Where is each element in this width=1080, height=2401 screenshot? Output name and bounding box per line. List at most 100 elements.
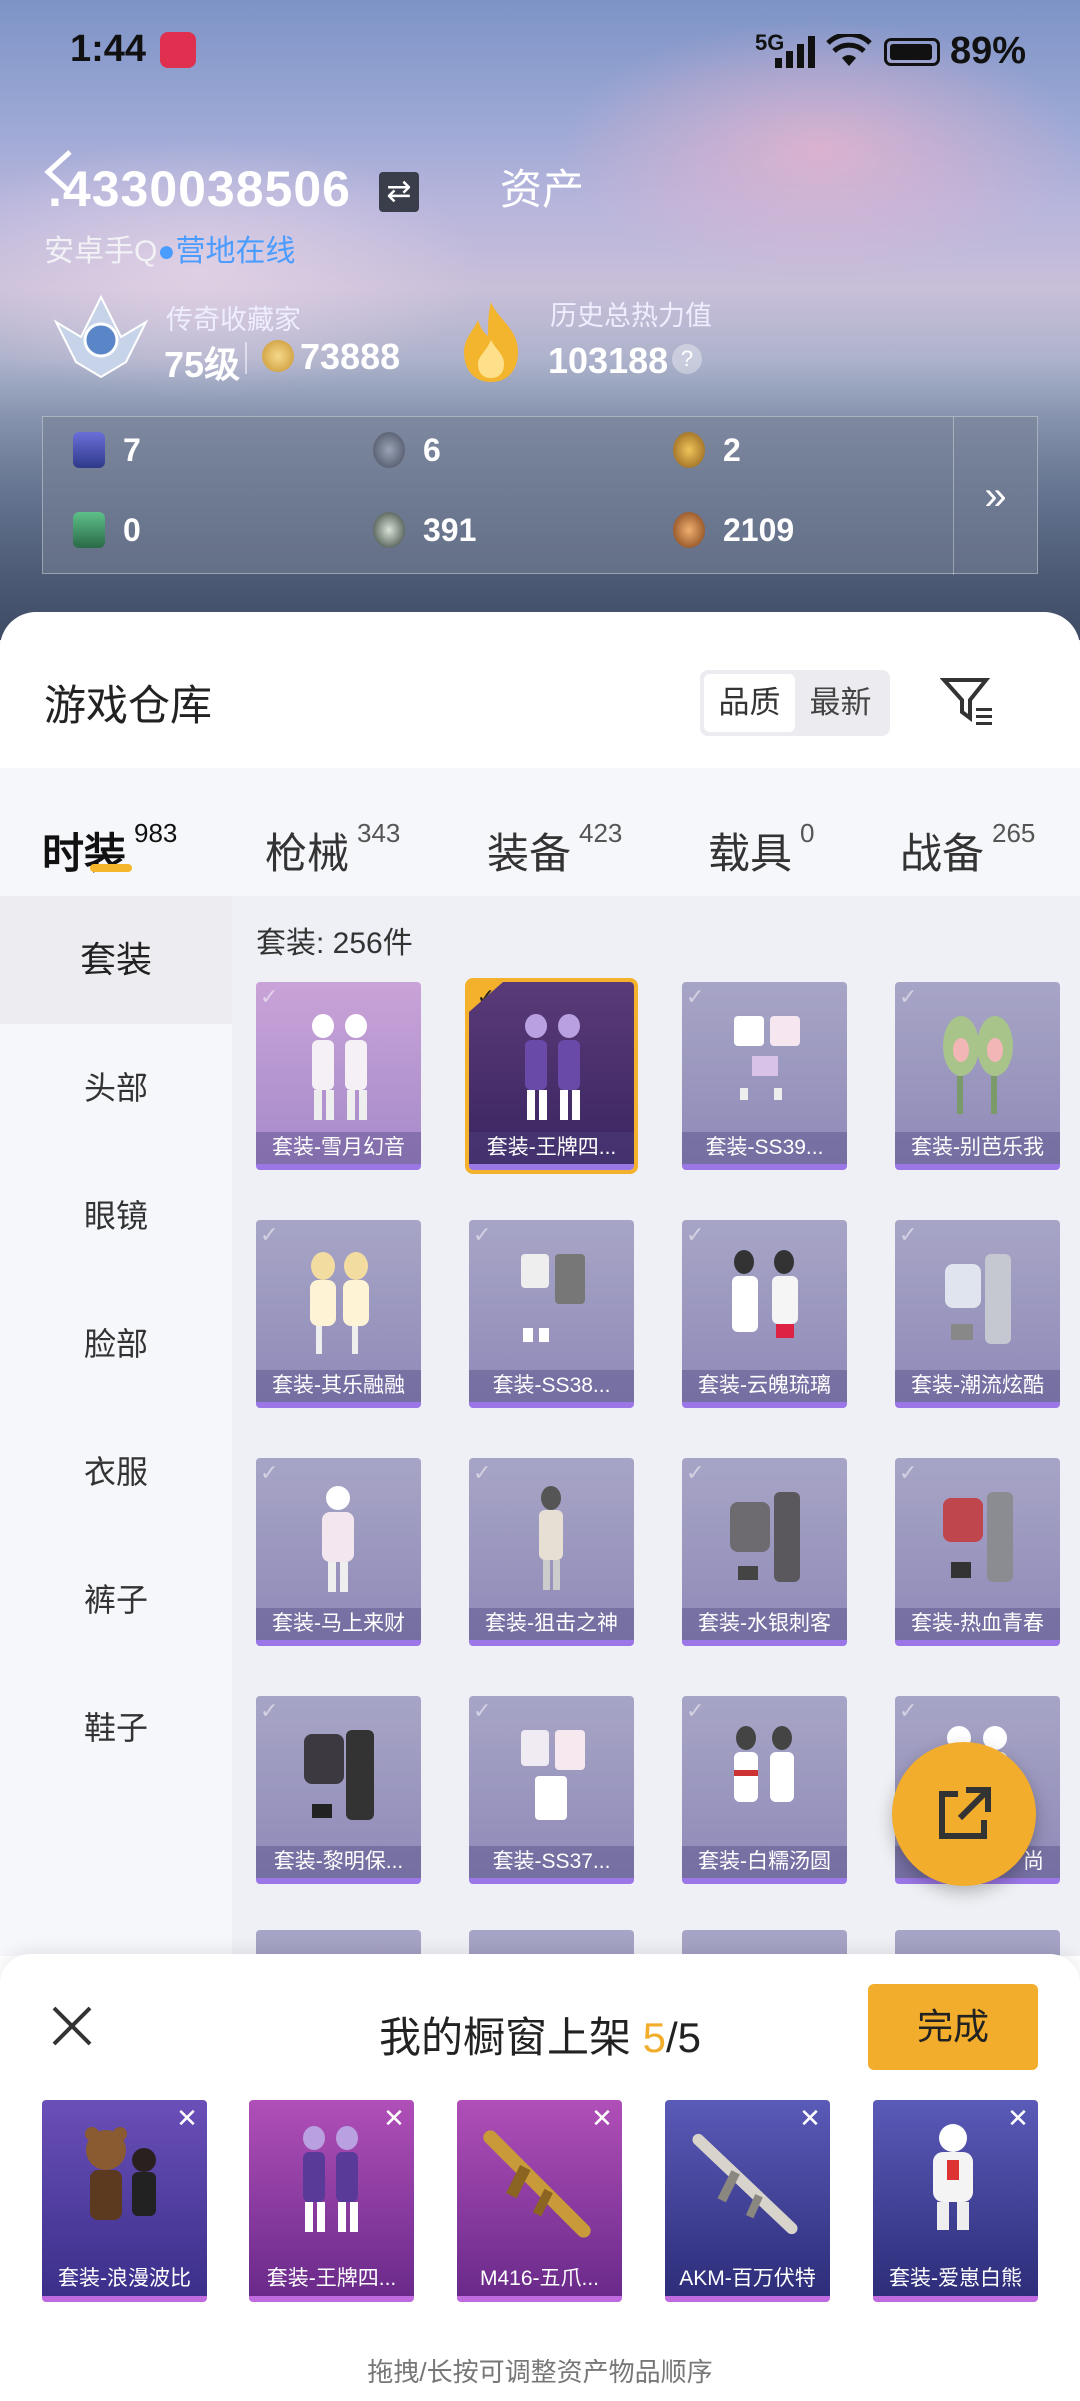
- sidebar-item-suits[interactable]: 套装: [0, 896, 232, 1024]
- item-card[interactable]: ✓ 套装-狙击之神: [469, 1458, 634, 1646]
- s-coin-icon: [373, 432, 405, 468]
- tab-count: 423: [579, 818, 623, 848]
- item-count: 套装: 256件: [256, 927, 413, 960]
- sidebar-item-shoes[interactable]: 鞋子: [0, 1664, 232, 1792]
- item-card[interactable]: [682, 1930, 847, 1956]
- item-label: 套装-其乐融融: [256, 1370, 421, 1402]
- stat-bronze-coin: 2109: [673, 505, 794, 555]
- player-level: 75级: [164, 344, 241, 385]
- outfit-thumbnail: [521, 1254, 585, 1342]
- warehouse-title: 游戏仓库: [44, 682, 213, 729]
- outfit-thumbnail: [525, 1014, 580, 1120]
- item-card[interactable]: ✓ 套装-黎明保...: [256, 1696, 421, 1884]
- slot-label: 套装-浪漫波比: [58, 2267, 191, 2290]
- tab-count: 0: [800, 818, 815, 848]
- sidebar-item-head[interactable]: 头部: [0, 1024, 232, 1152]
- done-button[interactable]: 完成: [868, 1984, 1038, 2070]
- item-card[interactable]: ✓ 套装-潮流炫酷: [895, 1220, 1060, 1408]
- stat-s-coin: 6: [373, 425, 441, 475]
- remove-icon[interactable]: ✕: [1004, 2104, 1032, 2132]
- tab-guns[interactable]: 枪械 343: [265, 818, 400, 881]
- tab-count: 265: [992, 818, 1036, 848]
- check-icon: ✓: [686, 1222, 705, 1247]
- item-card[interactable]: ✓ 套装-别芭乐我: [895, 982, 1060, 1170]
- showcase-slot[interactable]: ✕ 套装-爱崽白熊: [873, 2100, 1038, 2302]
- outfit-thumbnail: [945, 1254, 1011, 1344]
- stat-value: 2: [723, 431, 741, 468]
- switch-account-icon[interactable]: ⇄: [379, 172, 419, 212]
- sidebar-item-face[interactable]: 脸部: [0, 1280, 232, 1408]
- outfit-thumbnail: [730, 1492, 800, 1582]
- item-label: 套装-水银刺客: [682, 1608, 847, 1640]
- online-status: 营地在线: [175, 235, 296, 268]
- item-card[interactable]: ✓ 套装-热血青春: [895, 1458, 1060, 1646]
- stat-value: 2109: [723, 511, 795, 548]
- item-card[interactable]: [895, 1930, 1060, 1956]
- sidebar-item-pants[interactable]: 裤子: [0, 1536, 232, 1664]
- item-card[interactable]: ✓ 套装-SS37...: [469, 1696, 634, 1884]
- share-button[interactable]: [892, 1742, 1036, 1886]
- tab-count: 983: [134, 818, 178, 848]
- filter-icon[interactable]: [940, 674, 994, 728]
- sort-quality-button[interactable]: 品质: [704, 674, 795, 732]
- status-bar: 1:44 5G 89%: [0, 28, 1080, 78]
- tab-equipment[interactable]: 装备 423: [487, 818, 623, 881]
- stat-cards: 7: [73, 425, 141, 475]
- remove-icon[interactable]: ✕: [588, 2104, 616, 2132]
- check-icon: ✓: [260, 984, 279, 1009]
- sidebar-item-glasses[interactable]: 眼镜: [0, 1152, 232, 1280]
- showcase-slot[interactable]: ✕ AKM-百万伏特: [665, 2100, 830, 2302]
- check-icon: ✓: [260, 1222, 279, 1247]
- item-card[interactable]: [469, 1930, 634, 1956]
- item-label: 套装-雪月幻音: [256, 1132, 421, 1164]
- outfit-thumbnail: [312, 1014, 367, 1120]
- check-icon: ✓: [899, 1698, 918, 1723]
- tab-vehicles[interactable]: 载具 0: [708, 818, 815, 881]
- showcase-slot[interactable]: ✕ 套装-浪漫波比: [42, 2100, 207, 2302]
- showcase-slot[interactable]: ✕ M416-五爪...: [457, 2100, 622, 2302]
- item-card[interactable]: ✓ 套装-SS38...: [469, 1220, 634, 1408]
- sort-newest-button[interactable]: 最新: [795, 674, 886, 732]
- item-card[interactable]: ✓ 套装-白糯汤圆: [682, 1696, 847, 1884]
- item-card[interactable]: ✓ 套装-SS39...: [682, 982, 847, 1170]
- bronze-coin-icon: [673, 512, 705, 548]
- item-card[interactable]: ✓ 套装-其乐融融: [256, 1220, 421, 1408]
- showcase-title-text: 我的橱窗上架: [378, 2014, 643, 2061]
- tab-label: 战备: [900, 830, 985, 877]
- outfit-thumbnail: [304, 1730, 374, 1820]
- check-icon: ✓: [469, 982, 503, 1012]
- item-label: 套装-SS37...: [469, 1846, 634, 1878]
- stats-more-button[interactable]: »: [953, 417, 1037, 575]
- item-card[interactable]: ✓ 套装-马上来财: [256, 1458, 421, 1646]
- outfit-thumbnail: [943, 1016, 1013, 1114]
- item-card[interactable]: [256, 1930, 421, 1956]
- slot-label: 套装-爱崽白熊: [889, 2267, 1022, 2290]
- app-notification-icon: [160, 32, 196, 68]
- outfit-thumbnail: [539, 1486, 563, 1590]
- stat-a-coin: 2: [673, 425, 741, 475]
- help-icon[interactable]: ?: [672, 344, 702, 374]
- card-icon: [73, 432, 105, 468]
- item-card[interactable]: ✓ 套装-水银刺客: [682, 1458, 847, 1646]
- online-dot-icon: ●: [157, 235, 176, 268]
- assets-page: 1:44 5G 89% .4330038506 ⇄ 资产 安卓手Q●营地在线 传…: [0, 0, 1080, 2401]
- outfit-thumbnail: [85, 2127, 156, 2220]
- tab-label: 载具: [708, 830, 793, 877]
- check-icon: ✓: [686, 1698, 705, 1723]
- item-card[interactable]: ✓ 套装-云魄琉璃: [682, 1220, 847, 1408]
- divider: [245, 342, 247, 374]
- showcase-slot[interactable]: ✕ 套装-王牌四...: [249, 2100, 414, 2302]
- check-icon: ✓: [899, 1460, 918, 1485]
- stat-value: 391: [423, 511, 477, 548]
- item-card-selected[interactable]: ✓ 套装-王牌四...: [465, 978, 638, 1174]
- item-card[interactable]: ✓ 套装-雪月幻音: [256, 982, 421, 1170]
- sidebar-item-clothes[interactable]: 衣服: [0, 1408, 232, 1536]
- item-label: 套装-潮流炫酷: [895, 1370, 1060, 1402]
- remove-icon[interactable]: ✕: [380, 2104, 408, 2132]
- tab-supplies[interactable]: 战备 265: [900, 818, 1036, 881]
- remove-icon[interactable]: ✕: [173, 2104, 201, 2132]
- coin-amount: 73888: [300, 336, 401, 377]
- remove-icon[interactable]: ✕: [796, 2104, 824, 2132]
- item-label: 套装-狙击之神: [469, 1608, 634, 1640]
- slot-label: M416-五爪...: [479, 2267, 600, 2290]
